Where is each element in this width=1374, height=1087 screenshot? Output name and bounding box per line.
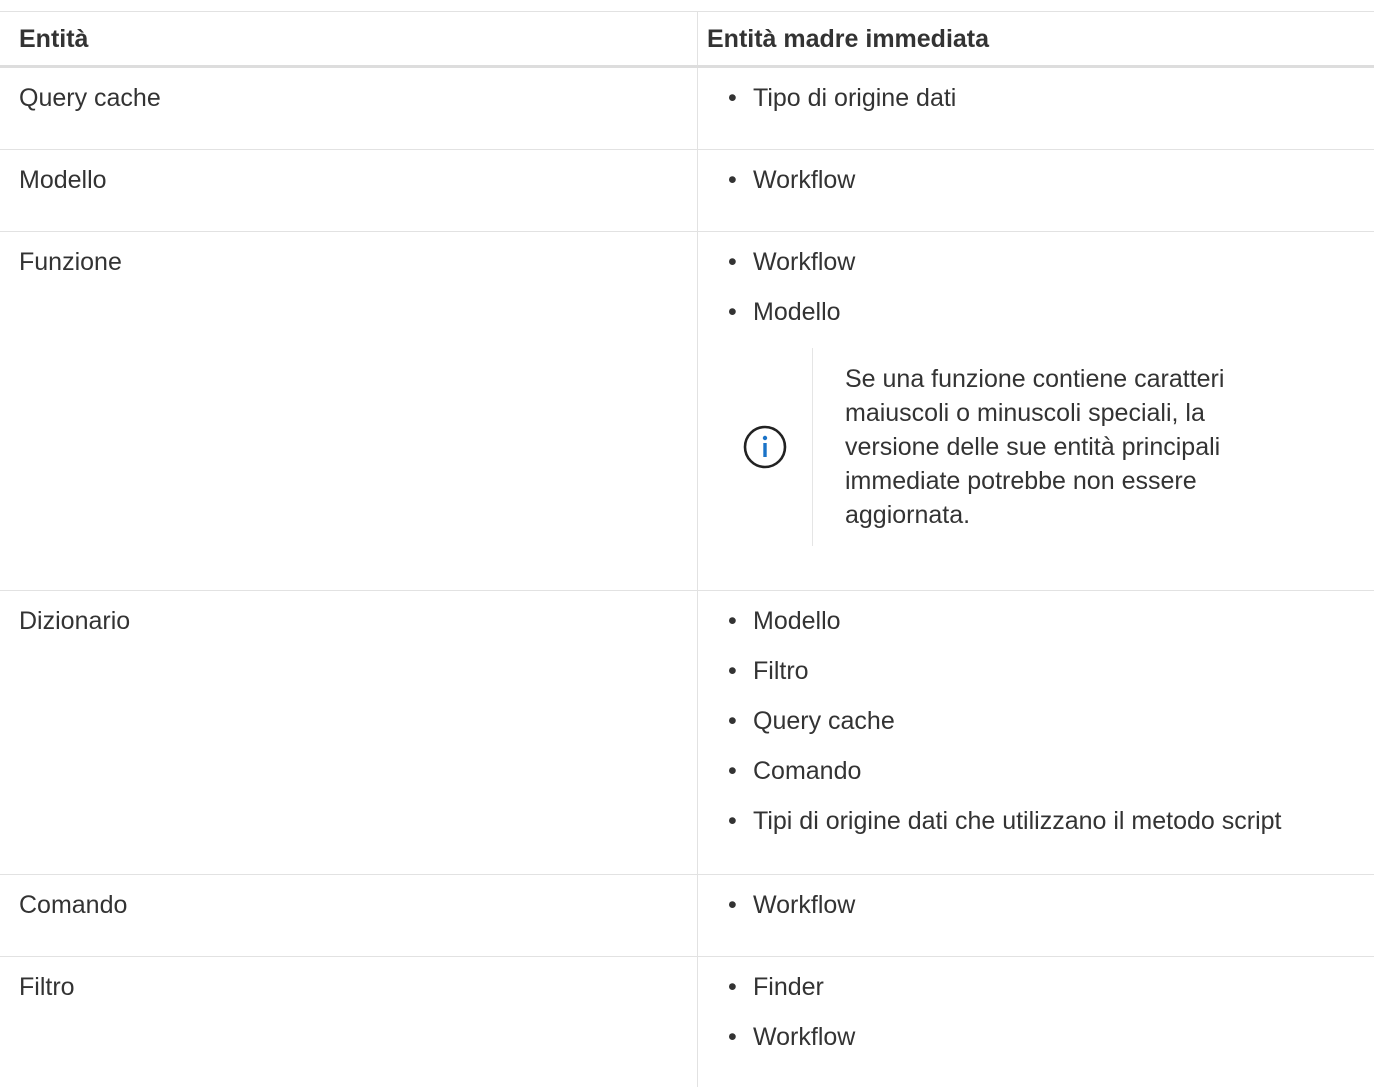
parent-item: Tipi di origine dati che utilizzano il m… <box>728 805 1374 837</box>
parent-item: Query cache <box>728 705 1374 737</box>
table-row: Funzione Workflow Modello Se una funzion… <box>0 232 1374 591</box>
entity-cell: Funzione <box>0 232 698 590</box>
parent-item: Workflow <box>728 1021 1374 1053</box>
parent-item: Workflow <box>728 889 1374 921</box>
parent-item: Workflow <box>728 164 1374 196</box>
table-row: Comando Workflow <box>0 875 1374 957</box>
parents-cell: Workflow <box>698 150 1374 231</box>
parent-item: Workflow <box>728 246 1374 278</box>
entity-table: Entità Entità madre immediata Query cach… <box>0 11 1374 1087</box>
parent-item: Modello <box>728 296 1374 328</box>
note-icon-column <box>718 348 813 546</box>
header-entity: Entità <box>0 12 698 65</box>
info-circle-icon <box>743 425 787 469</box>
parent-item: Finder <box>728 971 1374 1003</box>
parents-cell: Workflow Modello Se una funzione contien… <box>698 232 1374 590</box>
parents-cell: Workflow <box>698 875 1374 956</box>
entity-cell: Dizionario <box>0 591 698 874</box>
entity-cell: Filtro <box>0 957 698 1087</box>
entity-cell: Query cache <box>0 68 698 149</box>
table-row: Query cache Tipo di origine dati <box>0 68 1374 150</box>
parents-cell: Finder Workflow <box>698 957 1374 1087</box>
parent-item: Tipo di origine dati <box>728 82 1374 114</box>
parents-cell: Modello Filtro Query cache Comando Tipi … <box>698 591 1374 874</box>
note-text: Se una funzione contiene caratteri maius… <box>845 365 1225 529</box>
parent-item: Comando <box>728 755 1374 787</box>
info-note: Se una funzione contiene caratteri maius… <box>718 348 1374 546</box>
entity-cell: Modello <box>0 150 698 231</box>
table-row: Dizionario Modello Filtro Query cache Co… <box>0 591 1374 875</box>
parent-item: Modello <box>728 605 1374 637</box>
entity-cell: Comando <box>0 875 698 956</box>
table-row: Filtro Finder Workflow <box>0 957 1374 1087</box>
parents-cell: Tipo di origine dati <box>698 68 1374 149</box>
table-row: Modello Workflow <box>0 150 1374 232</box>
header-parent-entity: Entità madre immediata <box>707 25 990 53</box>
table-header-row: Entità Entità madre immediata <box>0 12 1374 68</box>
parent-item: Filtro <box>728 655 1374 687</box>
